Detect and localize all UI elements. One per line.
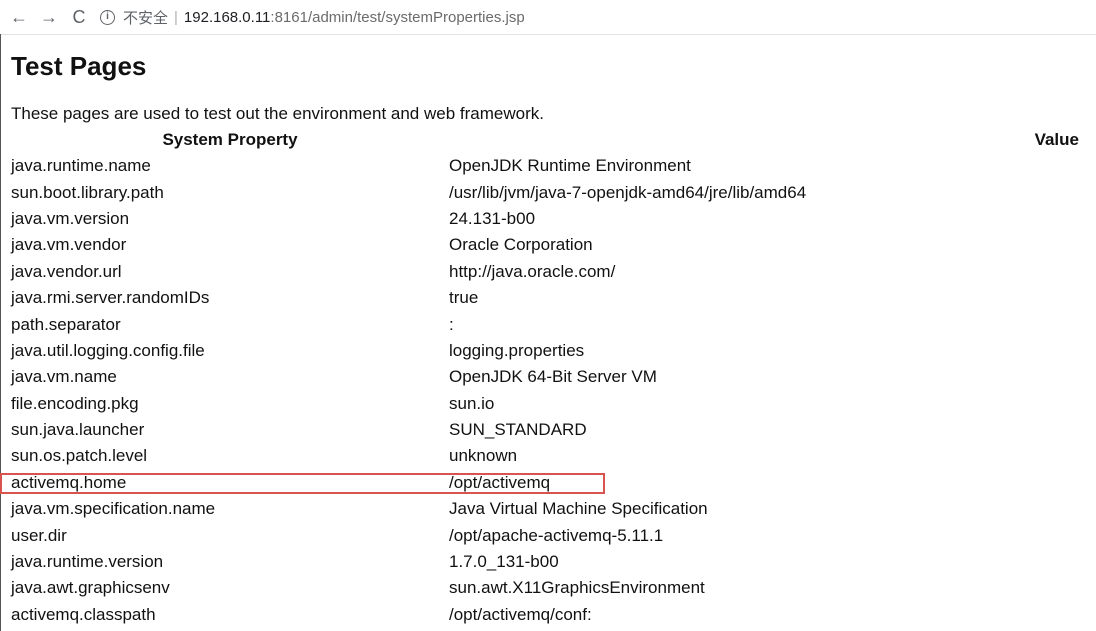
back-arrow-icon[interactable]: ← xyxy=(6,4,32,30)
table-row: sun.os.patch.level unknown xyxy=(11,443,1079,469)
address-bar[interactable]: i 不安全 | 192.168.0.11:8161/admin/test/sys… xyxy=(100,4,525,30)
table-row: java.vm.vendor Oracle Corporation xyxy=(11,232,1079,258)
property-name: activemq.classpath xyxy=(11,604,156,624)
property-value: unknown xyxy=(449,446,518,466)
property-value: Java Virtual Machine Specification xyxy=(449,499,708,519)
intro-text: These pages are used to test out the env… xyxy=(11,104,544,123)
table-row: activemq.classpath/opt/activemq/conf: xyxy=(11,602,1079,628)
header-system-property: System Property xyxy=(162,130,298,149)
table-row: java.vm.version 24.131-b00 xyxy=(11,206,1079,232)
table-row: sun.boot.library.path/usr/lib/jvm/java-7… xyxy=(11,179,1079,205)
info-icon[interactable]: i xyxy=(100,9,115,25)
table-row: java.rmi.server.randomIDs true xyxy=(11,285,1079,311)
table-row: activemq.home/opt/activemq xyxy=(11,470,1079,496)
property-value: /opt/apache-activemq-5.11.1 xyxy=(449,525,664,545)
property-name: java.vendor.url xyxy=(11,261,122,281)
table-body: java.runtime.name OpenJDK Runtime Environ… xyxy=(11,153,1079,628)
table-row: java.vm.name OpenJDK 64-Bit Server VM xyxy=(11,364,1079,390)
table-row: file.encoding.pkg sun.io xyxy=(11,391,1079,417)
property-name: file.encoding.pkg xyxy=(11,393,139,413)
property-value: OpenJDK Runtime Environment xyxy=(449,156,691,176)
system-properties-table: System Property Value java.runtime.name O… xyxy=(11,127,1079,628)
header-value: Value xyxy=(1034,130,1079,149)
table-row: java.runtime.version 1.7.0_131-b00 xyxy=(11,549,1079,575)
property-value: /usr/lib/jvm/java-7-openjdk-amd64/jre/li… xyxy=(449,182,807,202)
property-name: java.vm.name xyxy=(11,367,117,387)
property-value: Oracle Corporation xyxy=(449,235,593,255)
property-name: sun.java.launcher xyxy=(11,420,145,440)
forward-arrow-icon[interactable]: → xyxy=(36,4,62,30)
property-value: 24.131-b00 xyxy=(449,208,536,228)
property-value: /opt/activemq/conf: xyxy=(449,604,592,624)
property-value: logging.properties xyxy=(449,340,585,360)
property-name: java.vm.vendor xyxy=(11,235,127,255)
property-value: true xyxy=(449,288,479,308)
table-header-row: System Property Value xyxy=(11,127,1079,153)
page-content: Test Pages These pages are used to test … xyxy=(0,49,1096,628)
property-name: java.vm.version xyxy=(11,208,130,228)
table-row: user.dir/opt/apache-activemq-5.11.1 xyxy=(11,522,1079,548)
property-name: java.rmi.server.randomIDs xyxy=(11,288,210,308)
property-name: activemq.home xyxy=(11,472,127,492)
property-name: sun.os.patch.level xyxy=(11,446,148,466)
reload-icon[interactable]: C xyxy=(66,4,92,30)
table-row: java.util.logging.config.file logging.pro… xyxy=(11,338,1079,364)
property-value: /opt/activemq xyxy=(449,472,551,492)
table-row: java.runtime.name OpenJDK Runtime Environ… xyxy=(11,153,1079,179)
property-value: sun.io xyxy=(449,393,495,413)
page-title: Test Pages xyxy=(11,51,147,81)
property-name: path.separator xyxy=(11,314,121,334)
address-separator: | xyxy=(174,8,178,26)
property-value: http://java.oracle.com/ xyxy=(449,261,616,281)
property-name: java.vm.specification.name xyxy=(11,499,216,519)
url-host[interactable]: 192.168.0.11 xyxy=(184,9,270,26)
property-name: java.awt.graphicsenv xyxy=(11,578,170,598)
property-name: sun.boot.library.path xyxy=(11,182,164,202)
table-row: java.vendor.url http://java.oracle.com/ xyxy=(11,259,1079,285)
property-value: sun.awt.X11GraphicsEnvironment xyxy=(449,578,705,598)
property-name: java.runtime.version xyxy=(11,552,164,572)
table-row: path.separator: xyxy=(11,311,1079,337)
table-row: sun.java.launcher SUN_STANDARD xyxy=(11,417,1079,443)
browser-toolbar: ← → C i 不安全 | 192.168.0.11:8161/admin/te… xyxy=(0,0,1096,35)
property-name: user.dir xyxy=(11,525,67,545)
security-label[interactable]: 不安全 xyxy=(123,7,168,28)
property-value: OpenJDK 64-Bit Server VM xyxy=(449,367,657,387)
property-value: SUN_STANDARD xyxy=(449,420,587,440)
property-name: java.runtime.name xyxy=(11,156,151,176)
window-edge xyxy=(0,34,1,631)
property-value: : xyxy=(449,314,454,334)
property-name: java.util.logging.config.file xyxy=(11,340,205,360)
property-value: 1.7.0_131-b00 xyxy=(449,552,559,572)
url-path[interactable]: :8161/admin/test/systemProperties.jsp xyxy=(270,9,524,26)
table-row: java.vm.specification.name Java Virtual M… xyxy=(11,496,1079,522)
table-row: java.awt.graphicsenv sun.awt.X11GraphicsE… xyxy=(11,575,1079,601)
